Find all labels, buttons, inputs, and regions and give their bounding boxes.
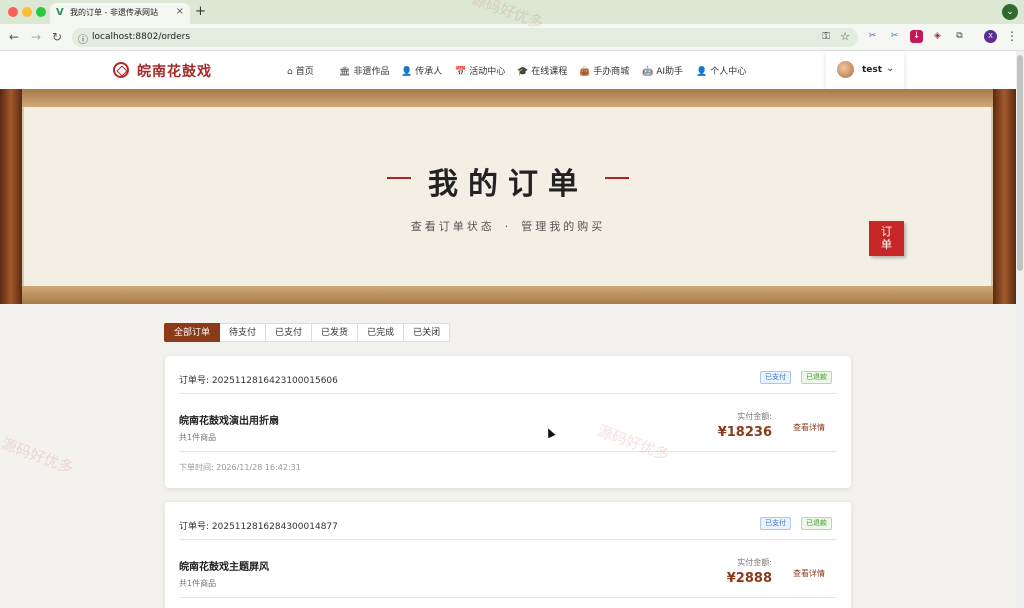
avatar: [837, 61, 854, 78]
page-scrollbar[interactable]: [1016, 51, 1024, 608]
url-text: localhost:8802/orders: [92, 32, 191, 42]
watermark: 源码好优多: [0, 434, 76, 478]
scroll-edge-top: [22, 89, 993, 107]
bag-icon: 👜: [579, 67, 591, 77]
paid-amount-label: 实付金额:: [737, 412, 772, 421]
reload-icon[interactable]: ↻: [52, 30, 62, 44]
hero-banner: 我的订单 查看订单状态 · 管理我的购买 订 单: [0, 89, 1016, 304]
chevron-down-icon[interactable]: ⌄: [1002, 4, 1018, 20]
browser-tab[interactable]: V 我的订单 - 非遗传承网站 ×: [50, 3, 190, 24]
scrollbar-thumb[interactable]: [1017, 55, 1023, 271]
filter-paid[interactable]: 已支付: [266, 323, 313, 342]
order-card: 订单号: 2025112816423100015606 已支付 已退款 皖南花鼓…: [165, 356, 851, 488]
item-count: 共1件商品: [179, 579, 217, 588]
calendar-icon: 📅: [455, 67, 467, 77]
profile-avatar[interactable]: X: [984, 30, 997, 43]
download-extension-icon[interactable]: ↓: [910, 30, 923, 43]
order-number: 订单号: 2025112816284300014877: [179, 522, 338, 532]
address-bar-row: ← → ↻ ⓘ localhost:8802/orders ⚿ ☆ ✂ ✂ ↓ …: [0, 24, 1024, 51]
kebab-menu-icon[interactable]: ⋮: [1006, 29, 1018, 43]
status-badge-paid: 已支付: [760, 371, 791, 384]
key-icon[interactable]: ⚿: [822, 31, 830, 42]
site-header: 皖南花鼓戏 ⌂ 首页 🏛 非遗作品 👤 传承人 📅 活动中心 🎓 在线课程 👜 手办商城 🤖…: [0, 51, 1016, 93]
tab-close-icon[interactable]: ×: [176, 6, 184, 17]
bookmark-star-icon[interactable]: ☆: [840, 30, 850, 43]
nav-inheritors[interactable]: 👤 传承人: [401, 64, 442, 77]
nav-home[interactable]: ⌂ 首页: [287, 64, 314, 77]
order-status-filter: 全部订单 待支付 已支付 已发货 已完成 已关闭: [164, 323, 451, 342]
close-window-button[interactable]: [8, 7, 18, 17]
maximize-window-button[interactable]: [36, 7, 46, 17]
card-divider: [179, 597, 837, 598]
user-icon: 👤: [696, 67, 708, 77]
filter-completed[interactable]: 已完成: [358, 323, 405, 342]
page-subtitle: 查看订单状态 · 管理我的购买: [410, 220, 606, 233]
nav-shop[interactable]: 👜 手办商城: [579, 64, 629, 77]
product-name: 皖南花鼓戏演出用折扇: [179, 416, 279, 427]
paid-amount-label: 实付金额:: [737, 558, 772, 567]
puzzle-icon[interactable]: ⧉: [953, 30, 966, 43]
user-icon: 👤: [401, 67, 413, 77]
chevron-down-icon: ⌄: [886, 63, 895, 74]
filter-all[interactable]: 全部订单: [164, 323, 221, 342]
nav-works[interactable]: 🏛 非遗作品: [339, 64, 389, 77]
nav-courses[interactable]: 🎓 在线课程: [517, 64, 567, 77]
site-logo[interactable]: 皖南花鼓戏: [137, 61, 212, 81]
vue-icon: V: [56, 7, 64, 18]
minimize-window-button[interactable]: [22, 7, 32, 17]
nav-profile[interactable]: 👤 个人中心: [696, 64, 746, 77]
order-card: 订单号: 2025112816284300014877 已支付 已退款 皖南花鼓…: [165, 502, 851, 608]
status-badge-refunded: 已退款: [801, 371, 832, 384]
logo-icon: [113, 62, 129, 78]
username: test: [862, 65, 883, 75]
home-icon: ⌂: [287, 67, 293, 77]
product-name: 皖南花鼓戏主题屏风: [179, 562, 269, 573]
nav-events[interactable]: 📅 活动中心: [455, 64, 505, 77]
card-divider: [179, 393, 837, 394]
item-count: 共1件商品: [179, 433, 217, 442]
site-info-icon[interactable]: ⓘ: [78, 31, 88, 46]
extension-icon[interactable]: ◈: [931, 30, 944, 43]
filter-closed[interactable]: 已关闭: [404, 323, 451, 342]
paid-amount: ¥2888: [726, 571, 772, 586]
back-arrow-icon[interactable]: ←: [9, 30, 19, 44]
scissors-icon[interactable]: ✂: [866, 30, 879, 43]
tab-title: 我的订单 - 非遗传承网站: [70, 8, 158, 17]
scroll-edge-bottom: [22, 286, 993, 304]
filter-shipped[interactable]: 已发货: [312, 323, 359, 342]
url-input[interactable]: ⓘ localhost:8802/orders ⚿ ☆: [72, 28, 858, 47]
card-divider: [179, 451, 837, 452]
order-time: 下单时间: 2026/11/28 16:42:31: [179, 463, 301, 472]
nav-ai-assistant[interactable]: 🤖 AI助手: [642, 64, 683, 77]
museum-icon: 🏛: [339, 67, 351, 77]
forward-arrow-icon[interactable]: →: [31, 30, 41, 44]
user-menu[interactable]: test ⌄: [826, 51, 904, 93]
graduation-cap-icon: 🎓: [517, 67, 529, 77]
new-tab-icon[interactable]: +: [195, 4, 206, 19]
robot-icon: 🤖: [642, 67, 654, 77]
card-divider: [179, 539, 837, 540]
view-details-button[interactable]: 查看详情: [793, 568, 825, 579]
filter-pending[interactable]: 待支付: [220, 323, 267, 342]
view-details-button[interactable]: 查看详情: [793, 422, 825, 433]
scissors-icon[interactable]: ✂: [888, 30, 901, 43]
status-badge-paid: 已支付: [760, 517, 791, 530]
status-badge-refunded: 已退款: [801, 517, 832, 530]
paid-amount: ¥18236: [717, 425, 772, 440]
order-seal-stamp: 订 单: [869, 221, 904, 256]
order-number: 订单号: 2025112816423100015606: [179, 376, 338, 386]
page-title: 我的订单: [428, 167, 588, 202]
